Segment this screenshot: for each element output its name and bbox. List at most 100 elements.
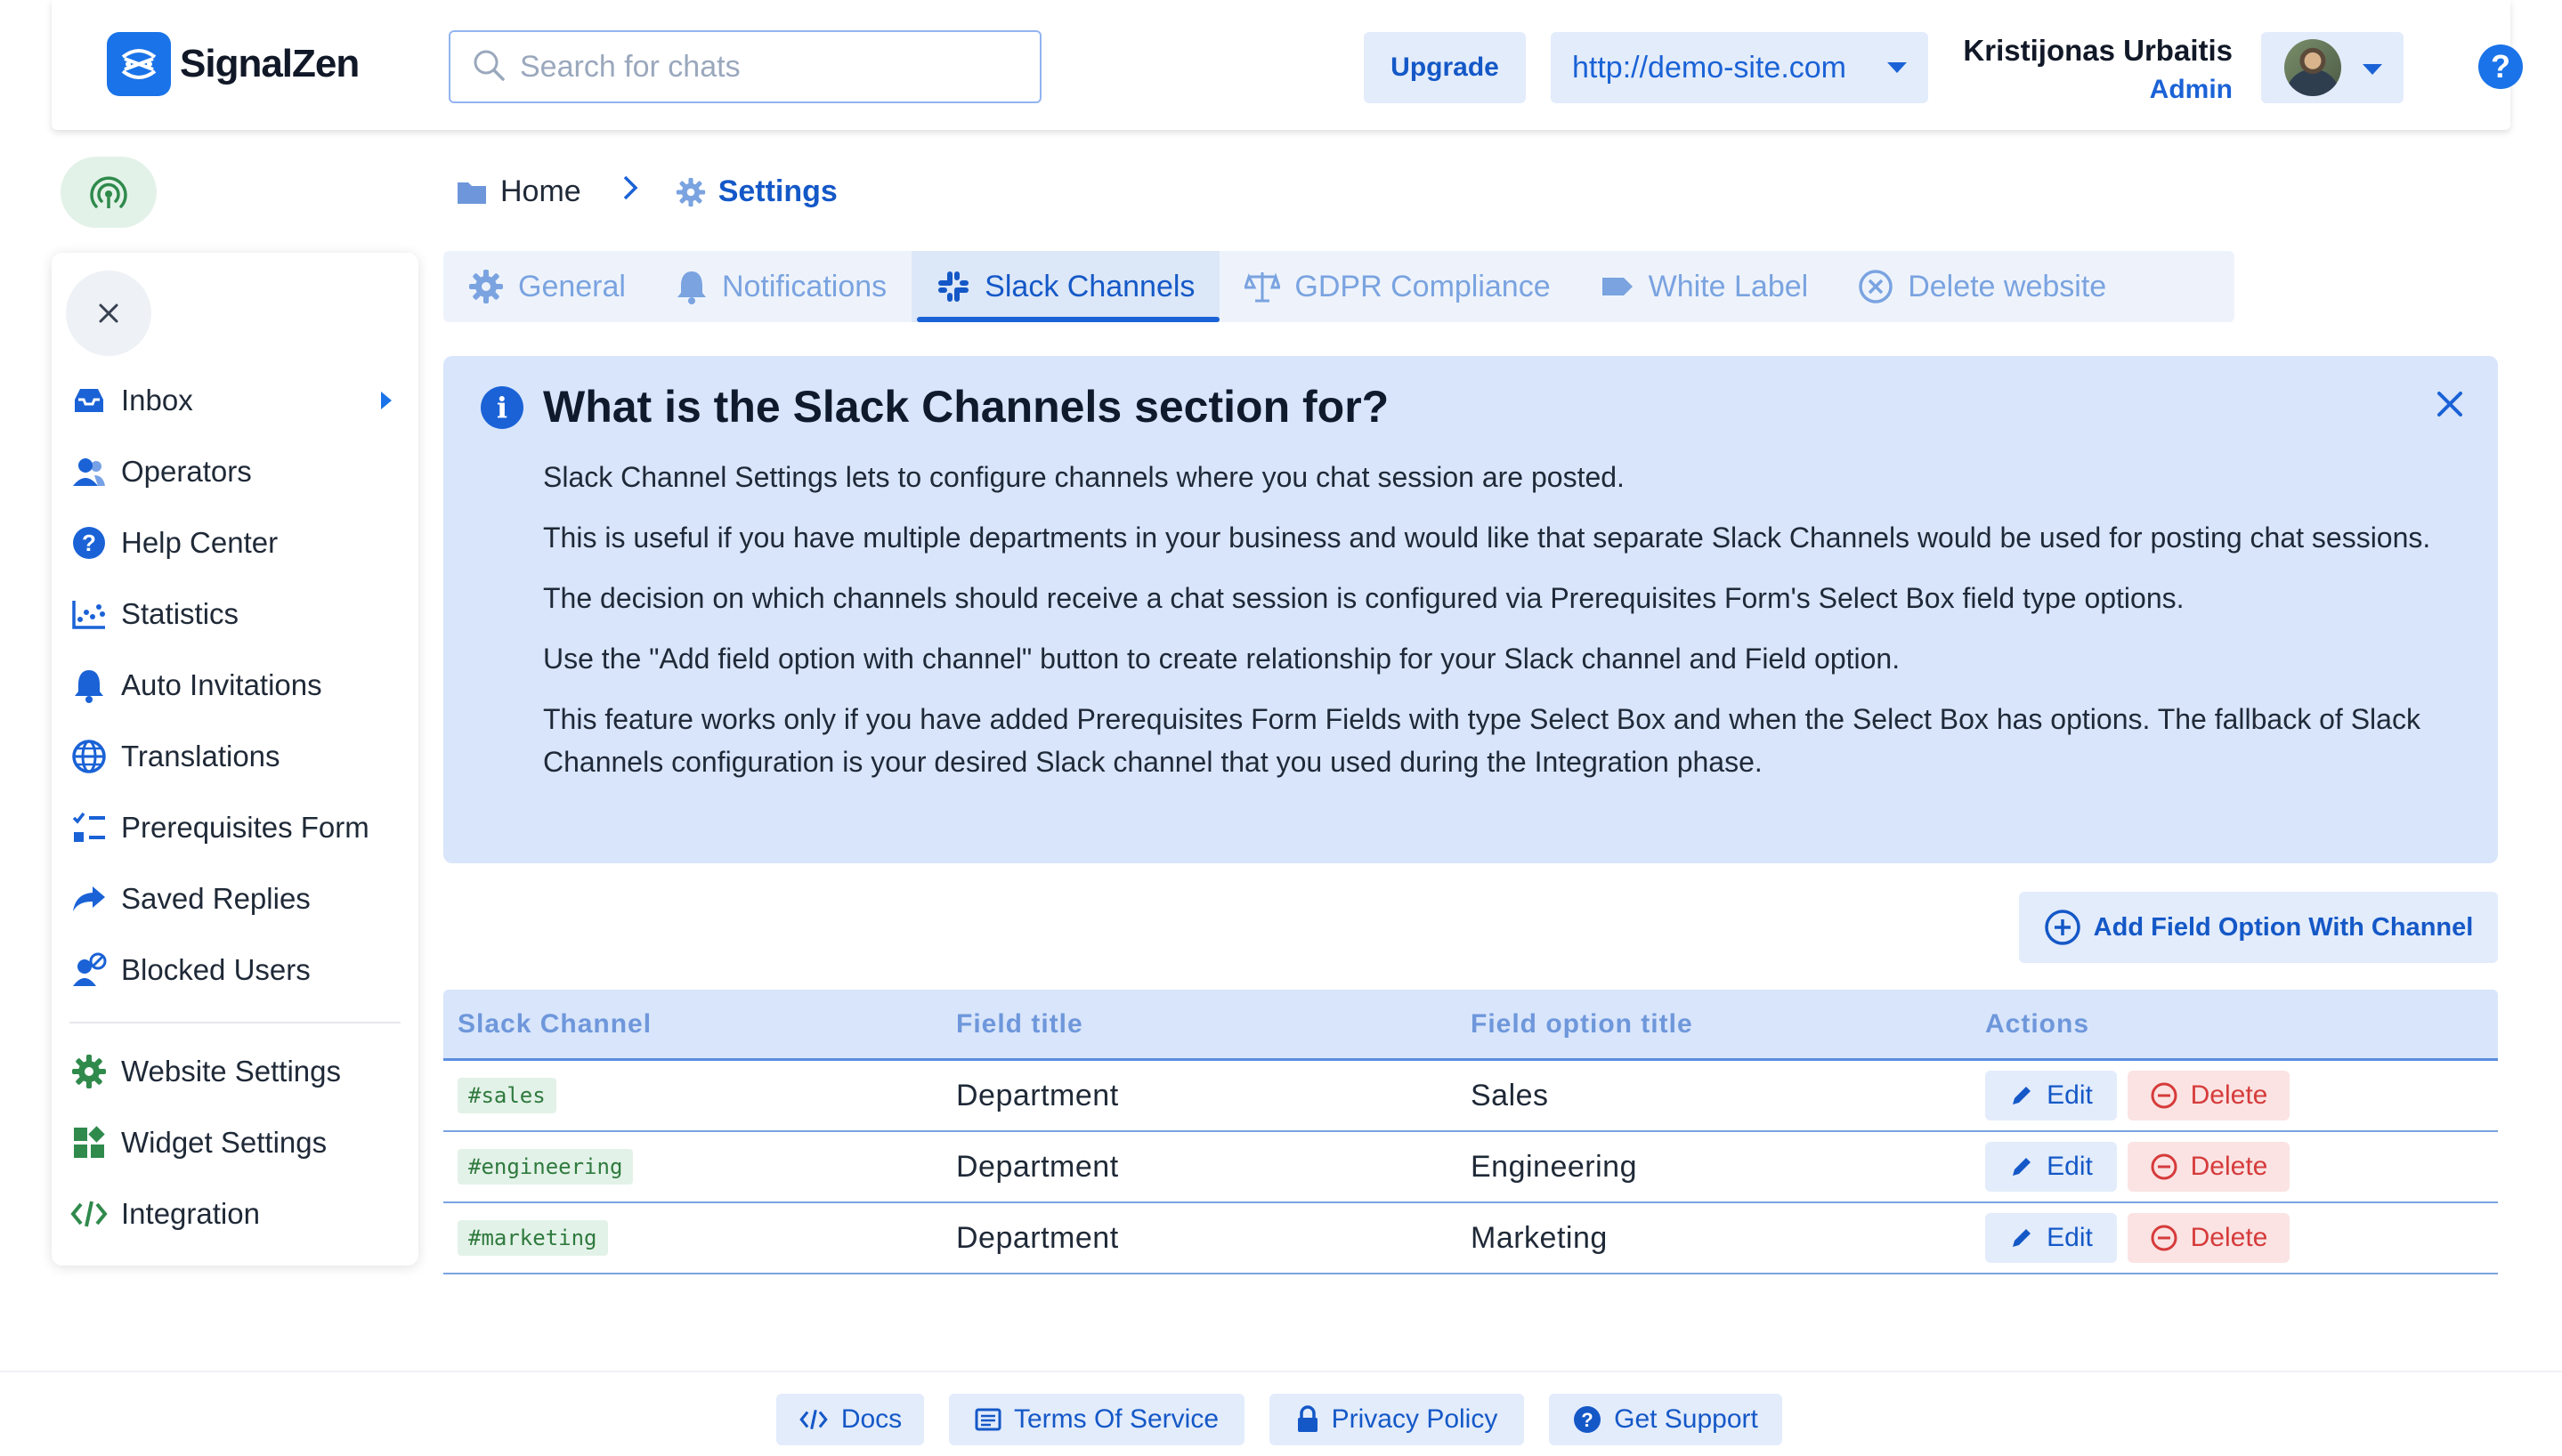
- edit-label: Edit: [2047, 1152, 2093, 1181]
- brand-logo[interactable]: SignalZen: [107, 32, 360, 96]
- gear-icon: [69, 1052, 109, 1091]
- question-circle-icon: ?: [1573, 1405, 1601, 1434]
- info-paragraph: Use the "Add field option with channel" …: [543, 643, 1901, 675]
- footer-privacy-link[interactable]: Privacy Policy: [1269, 1394, 1524, 1445]
- search-icon: [472, 48, 506, 86]
- tab-delete-website[interactable]: Delete website: [1833, 251, 2131, 322]
- users-icon: [69, 452, 109, 491]
- info-paragraph: This is useful if you have multiple depa…: [543, 522, 2431, 554]
- sidebar-item-label: Help Center: [121, 526, 279, 559]
- sidebar-item-inbox[interactable]: Inbox: [69, 372, 408, 429]
- column-header-field-option-title: Field option title: [1471, 1008, 1693, 1039]
- sidebar-item-integration[interactable]: Integration: [69, 1185, 408, 1242]
- slack-icon: [936, 270, 970, 303]
- column-header-field-title: Field title: [956, 1008, 1083, 1039]
- widgets-icon: [69, 1123, 109, 1162]
- close-icon: [99, 303, 118, 323]
- tab-white-label[interactable]: White Label: [1576, 251, 1834, 322]
- sidebar-divider: [69, 1022, 401, 1023]
- broadcast-icon: [90, 176, 127, 208]
- edit-button[interactable]: Edit: [1985, 1142, 2117, 1192]
- close-info-button[interactable]: [2432, 386, 2468, 422]
- avatar: [2284, 39, 2341, 96]
- scale-icon: [1245, 270, 1281, 303]
- brand-name: SignalZen: [180, 42, 360, 85]
- settings-tabs: General Notifications Slack Channels GDP…: [443, 251, 2234, 322]
- sidebar-item-help-center[interactable]: ? Help Center: [69, 514, 408, 571]
- delete-button[interactable]: Delete: [2128, 1213, 2290, 1263]
- tab-slack-channels[interactable]: Slack Channels: [912, 251, 1220, 322]
- tab-notifications[interactable]: Notifications: [651, 251, 912, 322]
- tab-label: GDPR Compliance: [1294, 269, 1551, 303]
- tab-general[interactable]: General: [443, 251, 651, 322]
- help-button[interactable]: ?: [2478, 44, 2523, 89]
- footer: Docs Terms Of Service Privacy Policy ? G…: [0, 1371, 2562, 1456]
- delete-button[interactable]: Delete: [2128, 1071, 2290, 1120]
- user-menu-button[interactable]: [2261, 32, 2404, 103]
- sidebar-item-label: Blocked Users: [121, 953, 311, 986]
- breadcrumb: Home Settings: [456, 174, 838, 209]
- code-icon: [69, 1194, 109, 1234]
- edit-label: Edit: [2047, 1080, 2093, 1110]
- chart-icon: [69, 595, 109, 634]
- sidebar-item-blocked-users[interactable]: Blocked Users: [69, 942, 408, 999]
- sidebar-item-translations[interactable]: Translations: [69, 728, 408, 785]
- add-field-option-button[interactable]: Add Field Option With Channel: [2019, 892, 2498, 963]
- sidebar-menu: Inbox Operators ? Help Center Statistics…: [52, 253, 418, 1266]
- field-option-cell: Engineering: [1471, 1149, 1637, 1184]
- globe-icon: [69, 737, 109, 776]
- field-option-cell: Sales: [1471, 1078, 1549, 1112]
- sidebar-item-auto-invitations[interactable]: Auto Invitations: [69, 657, 408, 714]
- column-header-actions: Actions: [1985, 1008, 2090, 1039]
- sidebar-item-label: Auto Invitations: [121, 668, 322, 701]
- chevron-right-icon: [622, 174, 638, 209]
- footer-support-link[interactable]: ? Get Support: [1549, 1394, 1782, 1445]
- footer-terms-link[interactable]: Terms Of Service: [949, 1394, 1245, 1445]
- table-row: #sales Department Sales Edit Delete: [443, 1061, 2498, 1132]
- pencil-icon: [2009, 1225, 2034, 1250]
- bell-icon: [69, 666, 109, 705]
- edit-button[interactable]: Edit: [1985, 1071, 2117, 1120]
- footer-privacy-label: Privacy Policy: [1331, 1404, 1498, 1434]
- sidebar-item-website-settings[interactable]: Website Settings: [69, 1043, 408, 1100]
- search-box[interactable]: [449, 30, 1042, 103]
- online-status-toggle[interactable]: [61, 157, 157, 228]
- search-input[interactable]: [520, 49, 1018, 85]
- footer-terms-label: Terms Of Service: [1013, 1404, 1220, 1434]
- sidebar-item-label: Inbox: [121, 384, 193, 417]
- tag-icon: [1601, 273, 1634, 300]
- breadcrumb-home[interactable]: Home: [456, 174, 581, 209]
- breadcrumb-settings[interactable]: Settings: [676, 174, 838, 209]
- tab-gdpr-compliance[interactable]: GDPR Compliance: [1220, 251, 1575, 322]
- upgrade-button[interactable]: Upgrade: [1364, 32, 1526, 103]
- footer-docs-link[interactable]: Docs: [776, 1394, 924, 1445]
- website-select[interactable]: http://demo-site.com: [1551, 32, 1928, 103]
- info-icon: i: [481, 386, 523, 429]
- sidebar-item-label: Widget Settings: [121, 1126, 328, 1159]
- footer-support-label: Get Support: [1614, 1404, 1758, 1434]
- minus-circle-icon: [2150, 1224, 2178, 1252]
- sidebar-item-label: Translations: [121, 740, 280, 772]
- website-select-value: http://demo-site.com: [1572, 50, 1847, 85]
- x-circle-icon: [1858, 269, 1893, 304]
- channel-tag: #engineering: [458, 1149, 634, 1185]
- sidebar-item-prerequisites-form[interactable]: Prerequisites Form: [69, 799, 408, 856]
- document-icon: [975, 1408, 1001, 1431]
- info-title: What is the Slack Channels section for?: [543, 382, 1390, 432]
- sidebar-item-saved-replies[interactable]: Saved Replies: [69, 870, 408, 927]
- column-header-slack-channel: Slack Channel: [458, 1008, 653, 1039]
- channel-tag: #marketing: [458, 1220, 608, 1256]
- sidebar-item-widget-settings[interactable]: Widget Settings: [69, 1114, 408, 1171]
- edit-button[interactable]: Edit: [1985, 1213, 2117, 1263]
- inbox-icon: [69, 381, 109, 420]
- sidebar-item-operators[interactable]: Operators: [69, 443, 408, 500]
- slack-channels-table: Slack Channel Field title Field option t…: [443, 990, 2498, 1274]
- chevron-right-icon: [381, 392, 392, 409]
- breadcrumb-settings-label: Settings: [718, 174, 838, 208]
- delete-button[interactable]: Delete: [2128, 1142, 2290, 1192]
- close-sidebar-button[interactable]: [66, 271, 151, 356]
- sidebar-item-label: Website Settings: [121, 1055, 342, 1088]
- gear-icon: [468, 269, 504, 304]
- user-role: Admin: [2149, 75, 2233, 104]
- sidebar-item-statistics[interactable]: Statistics: [69, 586, 408, 643]
